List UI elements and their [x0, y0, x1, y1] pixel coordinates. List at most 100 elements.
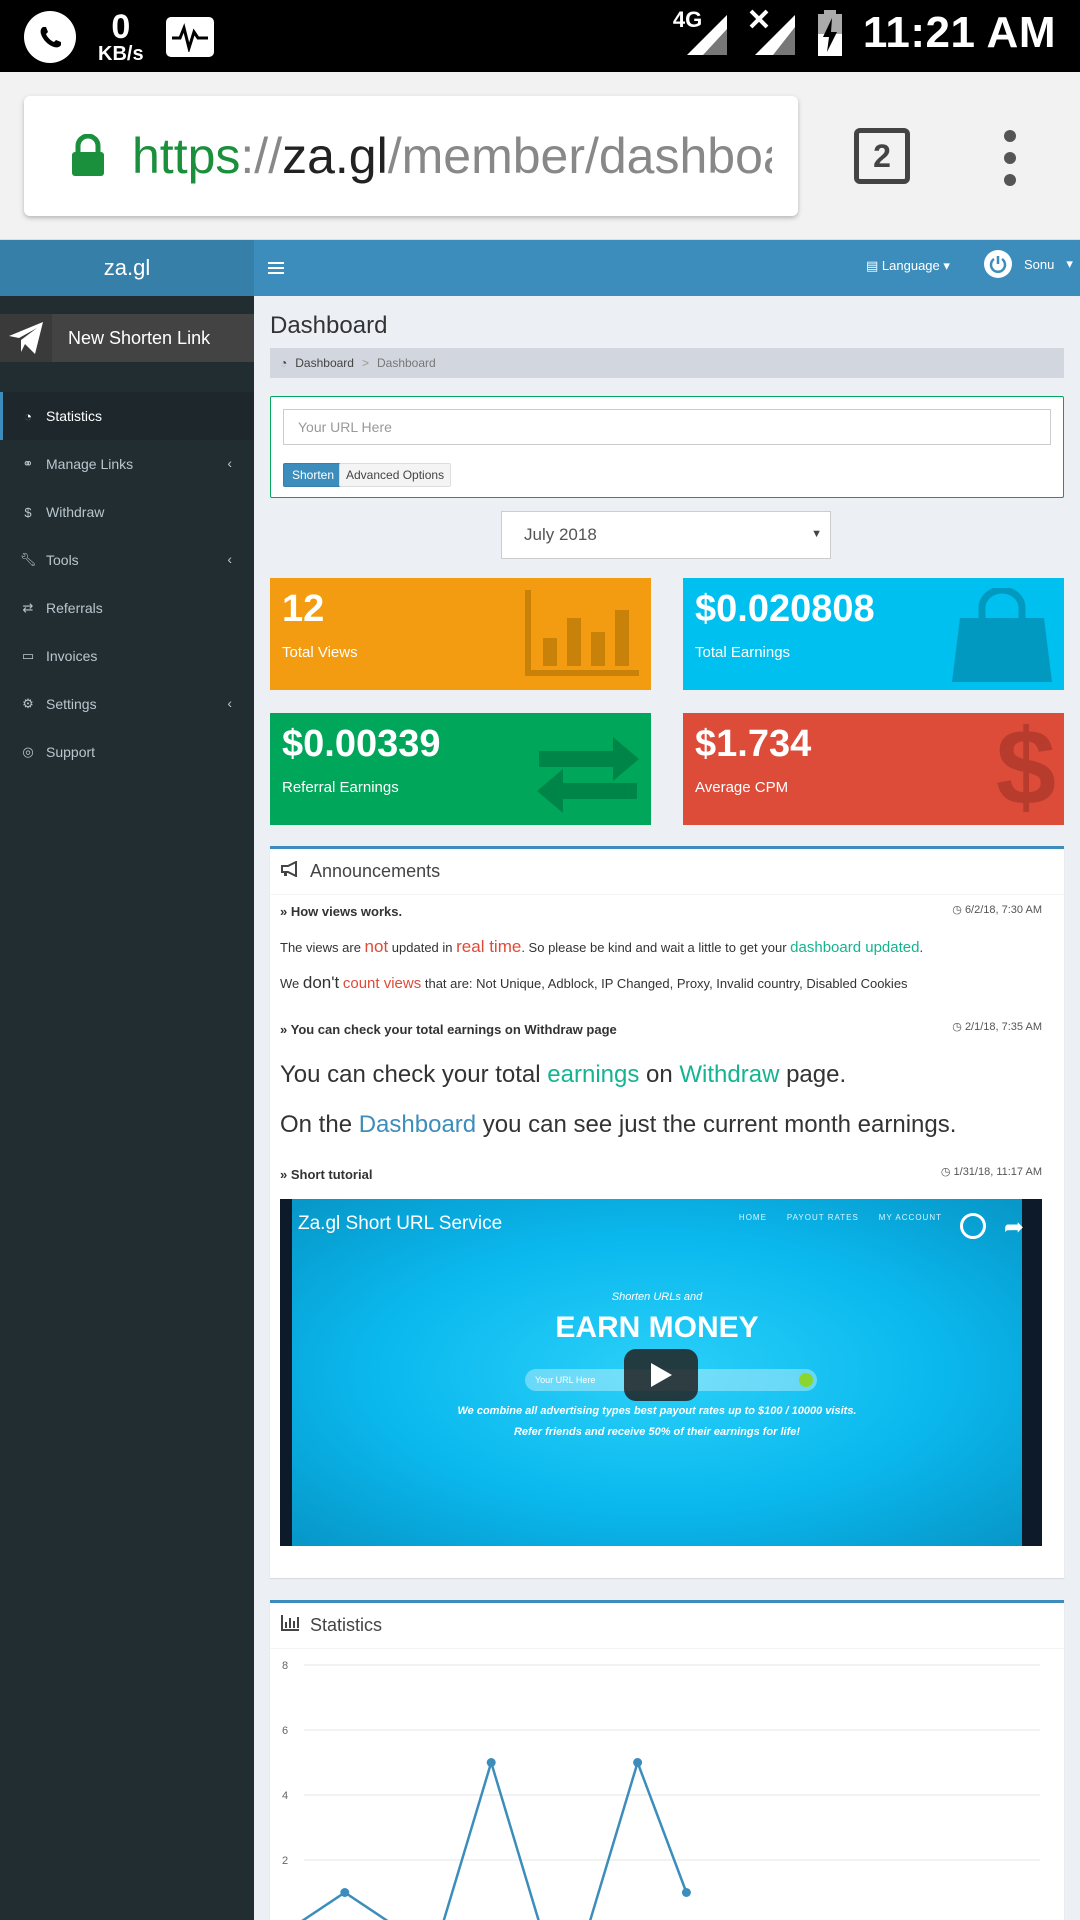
total-views-box: 12 Total Views — [270, 578, 651, 690]
average-cpm-label: Average CPM — [695, 779, 789, 796]
main-content: Dashboard ◔ Dashboard > Dashboard Your U… — [254, 296, 1080, 1920]
shopping-bag-icon — [950, 586, 1054, 689]
sidebar-item-manage-links[interactable]: ⚭ Manage Links ‹ — [0, 440, 254, 488]
life-ring-icon: ◎ — [22, 744, 34, 759]
sidebar-item-tools[interactable]: 🔧︎ Tools ‹ — [0, 536, 254, 584]
data-point — [340, 1888, 350, 1897]
referral-earnings-value: $0.00339 — [282, 723, 441, 765]
app-header: za.gl ▤ Language ▾ Sonu ▾ — [0, 240, 1080, 296]
gears-icon: ⚙ — [22, 696, 34, 711]
dashboard-icon: ◔ — [24, 408, 32, 424]
sidebar-item-settings[interactable]: ⚙ Settings ‹ — [0, 680, 254, 728]
sidebar: New Shorten Link ◔ Statistics ⚭ Manage L… — [0, 296, 254, 1920]
play-button[interactable] — [624, 1349, 698, 1401]
series-line — [301, 1758, 688, 1920]
caret-down-icon: ▾ — [943, 258, 950, 273]
video-site-nav: HOME PAYOUT RATES MY ACCOUNT — [738, 1213, 942, 1222]
address-bar[interactable]: https://za.gl/member/dashboa — [24, 96, 798, 216]
announcement-title: » Short tutorial — [280, 1167, 373, 1182]
referral-earnings-label: Referral Earnings — [282, 779, 399, 796]
user-menu[interactable]: Sonu ▾ — [984, 250, 1073, 278]
data-point — [633, 1758, 643, 1767]
y-tick-label: 6 — [282, 1725, 288, 1737]
sidebar-item-withdraw[interactable]: $ Withdraw — [0, 488, 254, 536]
status-bar: 0 KB/s 4G 11:21 AM — [0, 0, 1080, 72]
sidebar-item-invoices[interactable]: ▭ Invoices — [0, 632, 254, 680]
average-cpm-value: $1.734 — [695, 723, 812, 765]
clock-icon: ◷ — [952, 1021, 962, 1033]
browser-toolbar: https://za.gl/member/dashboa 2 — [0, 72, 1080, 240]
caret-down-icon: ▾ — [1066, 256, 1073, 271]
shorten-form: Your URL Here Shorten Advanced Options — [270, 396, 1064, 498]
brand-logo[interactable]: za.gl — [0, 240, 254, 296]
dollar-icon: $ — [995, 713, 1056, 825]
shorten-button[interactable]: Shorten — [283, 463, 344, 487]
battery-charging-icon — [815, 8, 845, 58]
watch-later-icon[interactable] — [960, 1213, 986, 1239]
network-speed: 0 KB/s — [98, 8, 144, 65]
tab-switcher-button[interactable]: 2 — [854, 128, 910, 184]
video-title: Za.gl Short URL Service — [298, 1213, 503, 1234]
total-views-value: 12 — [282, 588, 325, 630]
announcements-header: Announcements — [270, 849, 1064, 895]
bar-chart-icon — [280, 1614, 300, 1637]
exchange-icon — [535, 735, 641, 820]
month-select[interactable]: July 2018 ▼ — [501, 511, 831, 559]
lock-icon — [66, 128, 110, 184]
sidebar-item-referrals[interactable]: ⇄ Referrals — [0, 584, 254, 632]
tutorial-video[interactable]: HOME PAYOUT RATES MY ACCOUNT Shorten URL… — [280, 1199, 1042, 1546]
breadcrumb-root[interactable]: Dashboard — [295, 356, 354, 370]
clock-icon: ◷ — [940, 1166, 951, 1178]
power-icon — [984, 250, 1012, 278]
language-dropdown[interactable]: ▤ Language ▾ — [866, 258, 950, 274]
announcement-text: We don't count views that are: Not Uniqu… — [280, 973, 908, 992]
signal-icon: 4G — [673, 7, 729, 57]
link-icon: ⚭ — [22, 456, 34, 471]
clock: 11:21 AM — [862, 8, 1056, 57]
referral-earnings-box: $0.00339 Referral Earnings — [270, 713, 651, 825]
advanced-options-button[interactable]: Advanced Options — [339, 463, 452, 487]
clock-icon: ◷ — [952, 904, 962, 916]
more-options-icon[interactable] — [1000, 130, 1020, 186]
bullhorn-icon — [280, 860, 300, 882]
sidebar-item-support[interactable]: ◎ Support — [0, 728, 254, 776]
credit-card-icon: ▭ — [21, 648, 35, 663]
language-icon: ▤ — [866, 258, 879, 273]
statistics-chart: 2 4 6 8 — [282, 1660, 1040, 1920]
url-text[interactable]: https://za.gl/member/dashboa — [132, 127, 772, 185]
new-shorten-link-button[interactable]: New Shorten Link — [0, 314, 254, 362]
no-signal-icon — [747, 9, 797, 57]
announcement-text: On the Dashboard you can see just the cu… — [280, 1111, 957, 1138]
announcement-date: ◷ 2/1/18, 7:35 AM — [952, 1021, 1042, 1033]
average-cpm-box: $1.734 Average CPM $ — [683, 713, 1064, 825]
exchange-icon: ⇄ — [22, 600, 34, 615]
caret-down-icon: ▼ — [811, 528, 822, 540]
total-views-label: Total Views — [282, 644, 358, 661]
sidebar-item-statistics[interactable]: ◔ Statistics — [0, 392, 254, 440]
paper-plane-icon — [0, 314, 52, 362]
data-point — [486, 1758, 496, 1767]
user-name: Sonu — [1024, 256, 1055, 272]
whatsapp-icon — [24, 11, 76, 63]
dashboard-icon: ◔ — [280, 356, 288, 370]
chevron-left-icon: ‹ — [227, 551, 232, 567]
total-earnings-label: Total Earnings — [695, 644, 791, 661]
y-tick-label: 4 — [282, 1790, 288, 1802]
url-input[interactable]: Your URL Here — [283, 409, 1051, 445]
menu-toggle-icon[interactable] — [268, 258, 284, 281]
total-earnings-value: $0.020808 — [695, 588, 875, 630]
chevron-left-icon: ‹ — [227, 455, 232, 471]
y-tick-label: 2 — [282, 1855, 288, 1867]
statistics-panel: Statistics 2 4 6 8 — [270, 1600, 1064, 1920]
breadcrumb-current: Dashboard — [376, 356, 436, 370]
page-title: Dashboard — [270, 312, 388, 339]
y-tick-label: 8 — [282, 1660, 288, 1672]
dollar-icon: $ — [24, 504, 32, 520]
share-icon[interactable]: ➦ — [1004, 1213, 1024, 1242]
announcement-text: You can check your total earnings on Wit… — [280, 1061, 847, 1088]
activity-icon — [165, 17, 214, 57]
breadcrumb: ◔ Dashboard > Dashboard — [270, 348, 1064, 378]
announcement-date: ◷ 6/2/18, 7:30 AM — [952, 904, 1042, 916]
breadcrumb-separator: > — [361, 356, 369, 370]
data-point — [681, 1888, 691, 1897]
